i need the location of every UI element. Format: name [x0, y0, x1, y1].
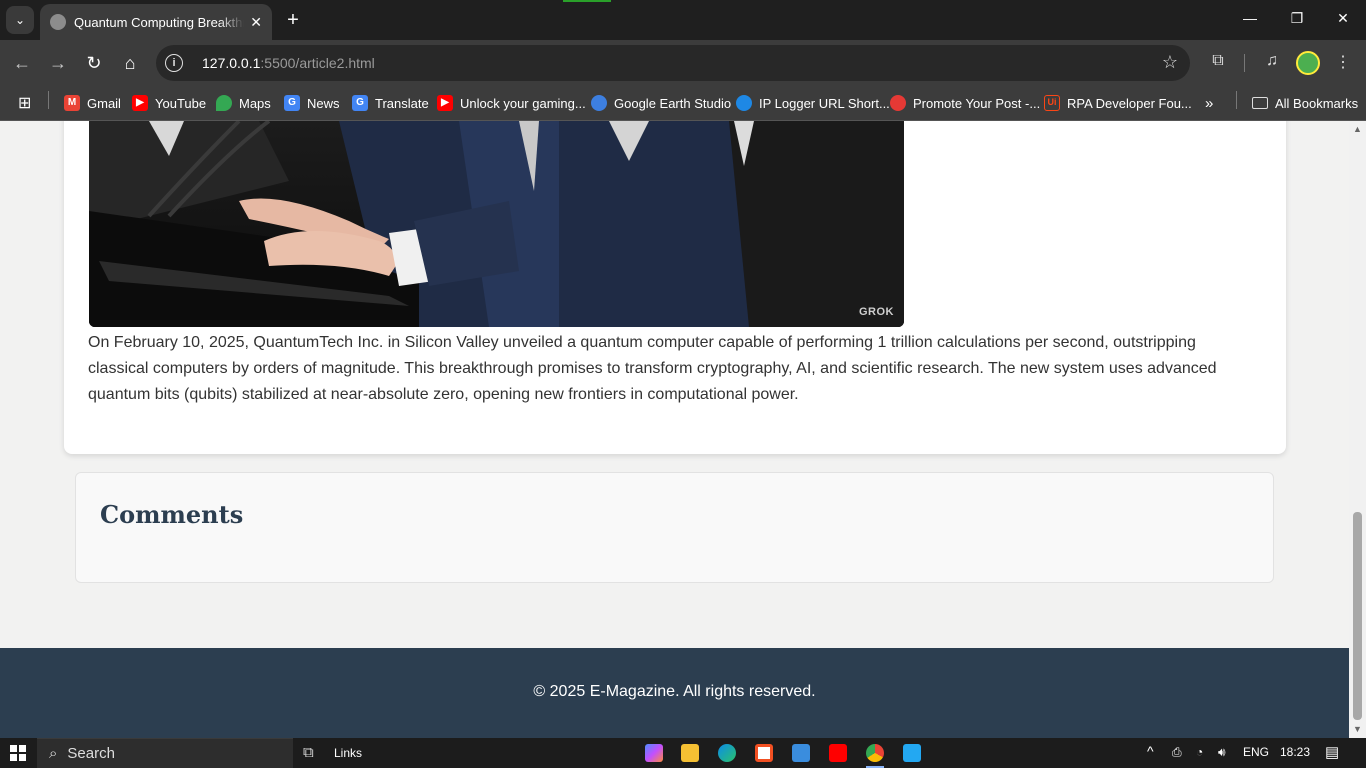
- search-label: Search: [67, 745, 115, 762]
- windows-start-icon[interactable]: [10, 745, 26, 761]
- uipath-icon: Ui: [1044, 95, 1060, 111]
- bookmark-youtube[interactable]: ▶ YouTube: [132, 93, 206, 113]
- tab-search-button[interactable]: ⌄: [6, 6, 34, 34]
- chevron-down-icon: ⌄: [14, 13, 26, 27]
- new-tab-button[interactable]: +: [282, 8, 304, 32]
- scroll-up-arrow-icon[interactable]: ▲: [1349, 124, 1366, 134]
- scrollbar-thumb[interactable]: [1353, 512, 1362, 720]
- task-view-icon[interactable]: ⧉: [303, 744, 314, 761]
- url-text[interactable]: 127.0.0.1:5500/article2.html: [202, 55, 375, 71]
- microsoft-store-icon[interactable]: [755, 744, 773, 762]
- bookmark-google-earth-studio[interactable]: Google Earth Studio: [591, 93, 731, 113]
- wifi-icon[interactable]: ◔: [1196, 745, 1203, 759]
- bookmark-maps[interactable]: Maps: [216, 93, 271, 113]
- window-accent-strip: [563, 0, 611, 2]
- footer-copyright: © 2025 E-Magazine. All rights reserved.: [533, 683, 816, 700]
- tab-title: Quantum Computing Breakthrough: [74, 14, 244, 30]
- article-image: GROK: [89, 121, 904, 327]
- edge-icon[interactable]: [718, 744, 736, 762]
- profile-avatar[interactable]: [1296, 51, 1320, 75]
- bookmark-promote-post[interactable]: Promote Your Post -...: [890, 93, 1040, 113]
- forward-arrow-icon[interactable]: →: [46, 51, 70, 75]
- rocket-icon: [890, 95, 906, 111]
- back-arrow-icon[interactable]: ←: [10, 51, 34, 75]
- menu-kebab-icon[interactable]: ⋮: [1332, 52, 1354, 72]
- page-scrollbar[interactable]: ▲ ▼: [1349, 121, 1366, 738]
- bookmark-translate[interactable]: G Translate: [352, 93, 429, 113]
- browser-toolbar: ← → ↻ ⌂ i 127.0.0.1:5500/article2.html ☆…: [0, 40, 1366, 86]
- all-bookmarks-folder[interactable]: All Bookmarks: [1252, 93, 1358, 113]
- youtube-app-icon[interactable]: [829, 744, 847, 762]
- bookmark-unlock-gaming[interactable]: ▶ Unlock your gaming...: [437, 93, 586, 113]
- bookmarks-divider: [48, 91, 49, 109]
- home-icon[interactable]: ⌂: [118, 51, 142, 75]
- bookmark-rpa-developer[interactable]: Ui RPA Developer Fou...: [1044, 93, 1192, 113]
- bookmark-news[interactable]: G News: [284, 93, 340, 113]
- links-toolbar-label[interactable]: Links: [334, 746, 362, 760]
- youtube-icon: ▶: [437, 95, 453, 111]
- clock[interactable]: 18:23: [1280, 745, 1310, 759]
- remote-desktop-icon[interactable]: [792, 744, 810, 762]
- comments-section: Comments: [75, 472, 1274, 583]
- apps-grid-icon[interactable]: ⊞: [18, 93, 31, 113]
- toolbar-divider: [1244, 54, 1245, 72]
- chevron-up-icon[interactable]: ^: [1147, 743, 1154, 759]
- close-window-icon[interactable]: ✕: [1333, 10, 1353, 27]
- volume-icon[interactable]: 🔊︎: [1218, 745, 1226, 760]
- bookmarks-divider: [1236, 91, 1237, 109]
- ip-logger-icon: [736, 95, 752, 111]
- youtube-icon: ▶: [132, 95, 148, 111]
- gmail-icon: M: [64, 95, 80, 111]
- browser-title-bar: ⌄ Quantum Computing Breakthrough ✕ + — ❐…: [0, 0, 1366, 40]
- page-footer: © 2025 E-Magazine. All rights reserved.: [0, 648, 1349, 738]
- folder-icon: [1252, 97, 1268, 109]
- restore-icon[interactable]: ❐: [1287, 10, 1307, 27]
- vscode-icon[interactable]: [903, 744, 921, 762]
- bookmark-gmail[interactable]: M Gmail: [64, 93, 121, 113]
- reload-icon[interactable]: ↻: [82, 51, 106, 75]
- taskbar-search-box[interactable]: ⌕ Search: [37, 738, 293, 768]
- close-icon[interactable]: ✕: [250, 14, 262, 31]
- maps-icon: [216, 95, 232, 111]
- scroll-down-arrow-icon[interactable]: ▼: [1349, 724, 1366, 734]
- page-viewport: GROK On February 10, 2025, QuantumTech I…: [0, 121, 1349, 738]
- file-explorer-icon[interactable]: [681, 744, 699, 762]
- article-card: GROK On February 10, 2025, QuantumTech I…: [64, 121, 1286, 454]
- copilot-icon[interactable]: [645, 744, 663, 762]
- article-body: On February 10, 2025, QuantumTech Inc. i…: [88, 334, 1217, 403]
- language-indicator[interactable]: ENG: [1243, 745, 1269, 759]
- chrome-icon[interactable]: [866, 744, 884, 762]
- comments-heading: Comments: [100, 500, 244, 529]
- notifications-icon[interactable]: ▤: [1325, 743, 1339, 761]
- bookmark-ip-logger[interactable]: IP Logger URL Short...: [736, 93, 890, 113]
- site-info-icon[interactable]: i: [165, 54, 183, 72]
- search-icon: ⌕: [49, 745, 58, 762]
- meet-now-icon[interactable]: ⎙: [1172, 745, 1182, 760]
- translate-icon: G: [352, 95, 368, 111]
- earth-icon: [591, 95, 607, 111]
- address-bar[interactable]: i 127.0.0.1:5500/article2.html ☆: [156, 45, 1190, 81]
- extensions-icon[interactable]: ⧉: [1207, 52, 1229, 70]
- bookmark-star-icon[interactable]: ☆: [1162, 52, 1178, 73]
- news-icon: G: [284, 95, 300, 111]
- bookmarks-bar: ⊞ M Gmail ▶ YouTube Maps G News G Translate …: [0, 86, 1366, 121]
- active-tab[interactable]: Quantum Computing Breakthrough ✕: [40, 4, 272, 40]
- globe-icon: [50, 14, 66, 30]
- windows-taskbar: ⌕ Search ⧉ Links ^ ⎙ ◔ 🔊︎ ENG 18:23 ▤: [0, 738, 1366, 768]
- more-bookmarks-chevron-icon[interactable]: »: [1205, 93, 1213, 113]
- press-conference-photo: [89, 121, 904, 327]
- image-watermark: GROK: [859, 306, 894, 318]
- minimize-icon[interactable]: —: [1240, 10, 1260, 26]
- media-controls-icon[interactable]: ♫: [1261, 52, 1283, 70]
